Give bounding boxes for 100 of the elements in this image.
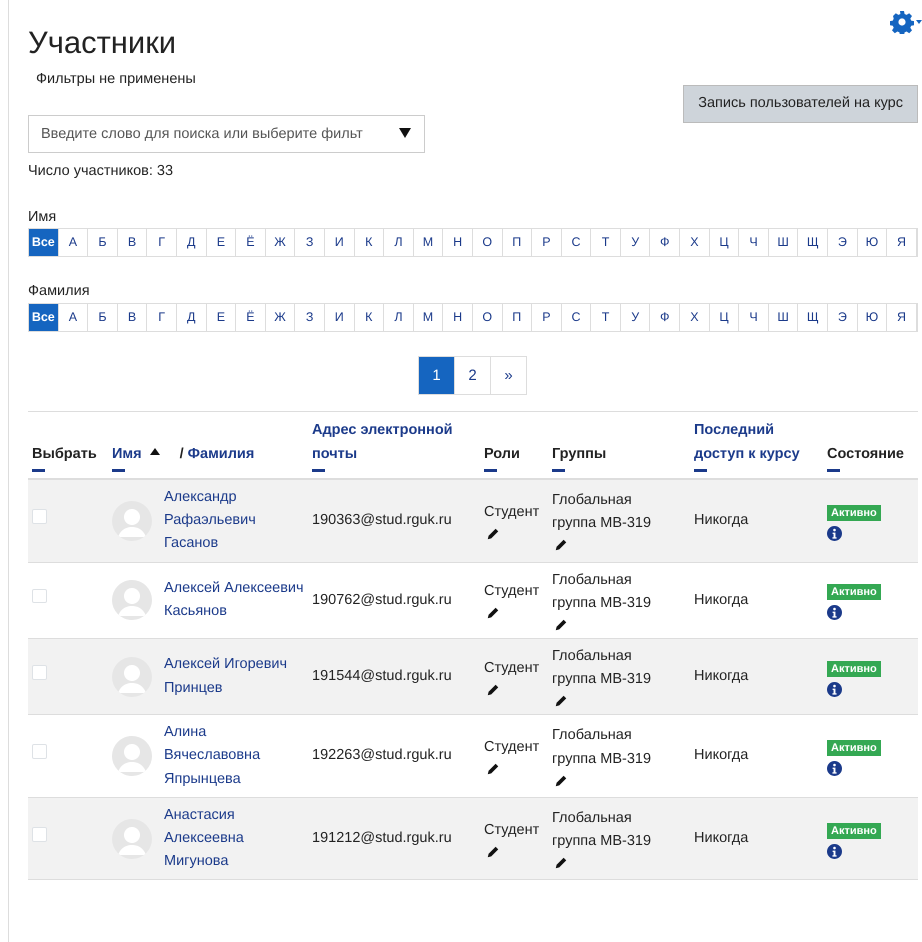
letter-filter[interactable]: У (620, 229, 650, 256)
letter-filter[interactable]: Е (206, 304, 236, 331)
collapse-icon[interactable] (694, 468, 707, 472)
letter-filter[interactable]: Ф (650, 229, 680, 256)
enrol-users-button[interactable]: Запись пользователей на курс (683, 85, 918, 123)
collapse-icon[interactable] (827, 468, 840, 472)
letter-filter[interactable]: М (414, 229, 444, 256)
column-header[interactable]: Имя (112, 442, 142, 467)
collapse-icon[interactable] (32, 468, 45, 472)
letter-filter[interactable]: Ч (739, 229, 769, 256)
row-checkbox[interactable] (32, 827, 46, 842)
letter-filter[interactable]: Х (680, 229, 710, 256)
letter-filter[interactable]: О (472, 304, 502, 331)
letter-filter[interactable]: Ю (858, 229, 888, 256)
letter-filter[interactable]: Т (591, 229, 621, 256)
letter-filter[interactable]: Э (828, 304, 858, 331)
row-checkbox[interactable] (32, 744, 46, 759)
letter-filter[interactable]: Н (443, 304, 473, 331)
row-checkbox[interactable] (32, 665, 46, 680)
letter-filter[interactable]: Щ (798, 229, 828, 256)
letter-filter[interactable]: З (295, 304, 325, 331)
info-icon[interactable] (827, 682, 842, 697)
letter-filter[interactable]: М (414, 304, 444, 331)
pencil-icon[interactable] (554, 774, 568, 788)
letter-filter[interactable]: Все (29, 229, 59, 256)
letter-filter[interactable]: И (324, 304, 355, 331)
letter-filter[interactable]: К (354, 304, 384, 331)
letter-filter[interactable]: З (295, 229, 325, 256)
search-field[interactable]: Введите слово для поиска или выберите фильт (28, 114, 425, 153)
letter-filter[interactable]: Ш (768, 304, 798, 331)
letter-filter[interactable]: П (502, 304, 532, 331)
letter-filter[interactable]: О (472, 229, 502, 256)
user-name-link[interactable]: Алексей Игоревич Принцев (164, 653, 304, 700)
caret-icon[interactable] (916, 20, 922, 24)
letter-filter[interactable]: Г (147, 304, 177, 331)
page-link[interactable]: 2 (454, 356, 491, 395)
letter-filter[interactable]: Л (384, 229, 414, 256)
letter-filter[interactable]: П (502, 229, 532, 256)
letter-filter[interactable]: Ж (266, 304, 296, 331)
letter-filter[interactable]: Ю (858, 304, 888, 331)
user-name-link[interactable]: Алексей Алексеевич Касьянов (164, 577, 304, 624)
info-icon[interactable] (827, 761, 842, 776)
letter-filter[interactable]: Ё (236, 229, 266, 256)
letter-filter[interactable]: Т (591, 304, 621, 331)
pencil-icon[interactable] (554, 856, 568, 870)
letter-filter[interactable]: Н (443, 229, 473, 256)
pencil-icon[interactable] (486, 682, 500, 697)
collapse-icon[interactable] (112, 468, 125, 472)
letter-filter[interactable]: Я (887, 229, 917, 256)
letter-filter[interactable]: В (118, 229, 148, 256)
letter-filter[interactable]: Д (176, 304, 207, 331)
letter-filter[interactable]: Д (176, 229, 207, 256)
collapse-icon[interactable] (484, 468, 497, 472)
row-checkbox[interactable] (32, 509, 46, 524)
letter-filter[interactable]: Ч (739, 304, 769, 331)
letter-filter[interactable]: Б (88, 229, 118, 256)
column-header[interactable]: Адрес электронной почты (312, 418, 476, 467)
user-name-link[interactable]: Анастасия Алексеевна Мигунова (164, 804, 304, 874)
letter-filter[interactable]: Ц (710, 229, 740, 256)
letter-filter[interactable]: Е (206, 229, 236, 256)
info-icon[interactable] (827, 605, 842, 620)
letter-filter[interactable]: В (118, 304, 148, 331)
letter-filter[interactable]: Все (29, 304, 59, 331)
pencil-icon[interactable] (486, 762, 500, 776)
collapse-icon[interactable] (552, 468, 565, 472)
letter-filter[interactable]: У (620, 304, 650, 331)
letter-filter[interactable]: Э (828, 229, 858, 256)
letter-filter[interactable]: Г (147, 229, 177, 256)
page-link[interactable]: 1 (418, 356, 455, 395)
letter-filter[interactable]: Р (532, 304, 562, 331)
letter-filter[interactable]: А (58, 304, 88, 331)
info-icon[interactable] (827, 844, 842, 859)
letter-filter[interactable]: Я (887, 304, 917, 331)
pencil-icon[interactable] (486, 526, 500, 541)
letter-filter[interactable]: Б (88, 304, 118, 331)
info-icon[interactable] (827, 526, 842, 541)
letter-filter[interactable]: Ж (266, 229, 296, 256)
user-name-link[interactable]: Алина Вячеславовна Япрынцева (164, 721, 304, 791)
letter-filter[interactable]: Ц (710, 304, 740, 331)
row-checkbox[interactable] (32, 588, 46, 604)
letter-filter[interactable]: Ш (768, 229, 798, 256)
settings-icon[interactable] (890, 10, 914, 34)
pencil-icon[interactable] (554, 538, 568, 552)
letter-filter[interactable]: И (324, 229, 355, 256)
user-name-link[interactable]: Александр Рафаэльевич Гасанов (164, 486, 304, 556)
collapse-icon[interactable] (312, 468, 325, 472)
page-link[interactable]: » (490, 356, 527, 395)
letter-filter[interactable]: Ё (236, 304, 266, 331)
letter-filter[interactable]: Л (384, 304, 414, 331)
letter-filter[interactable]: А (58, 229, 88, 256)
letter-filter[interactable]: С (562, 229, 592, 256)
pencil-icon[interactable] (554, 618, 568, 632)
letter-filter[interactable]: С (562, 304, 592, 331)
letter-filter[interactable]: Х (680, 304, 710, 331)
pencil-icon[interactable] (554, 694, 568, 708)
dropdown-icon[interactable] (399, 128, 411, 138)
pencil-icon[interactable] (486, 606, 500, 620)
pencil-icon[interactable] (486, 844, 500, 859)
letter-filter[interactable]: Р (532, 229, 562, 256)
letter-filter[interactable]: Щ (798, 304, 828, 331)
